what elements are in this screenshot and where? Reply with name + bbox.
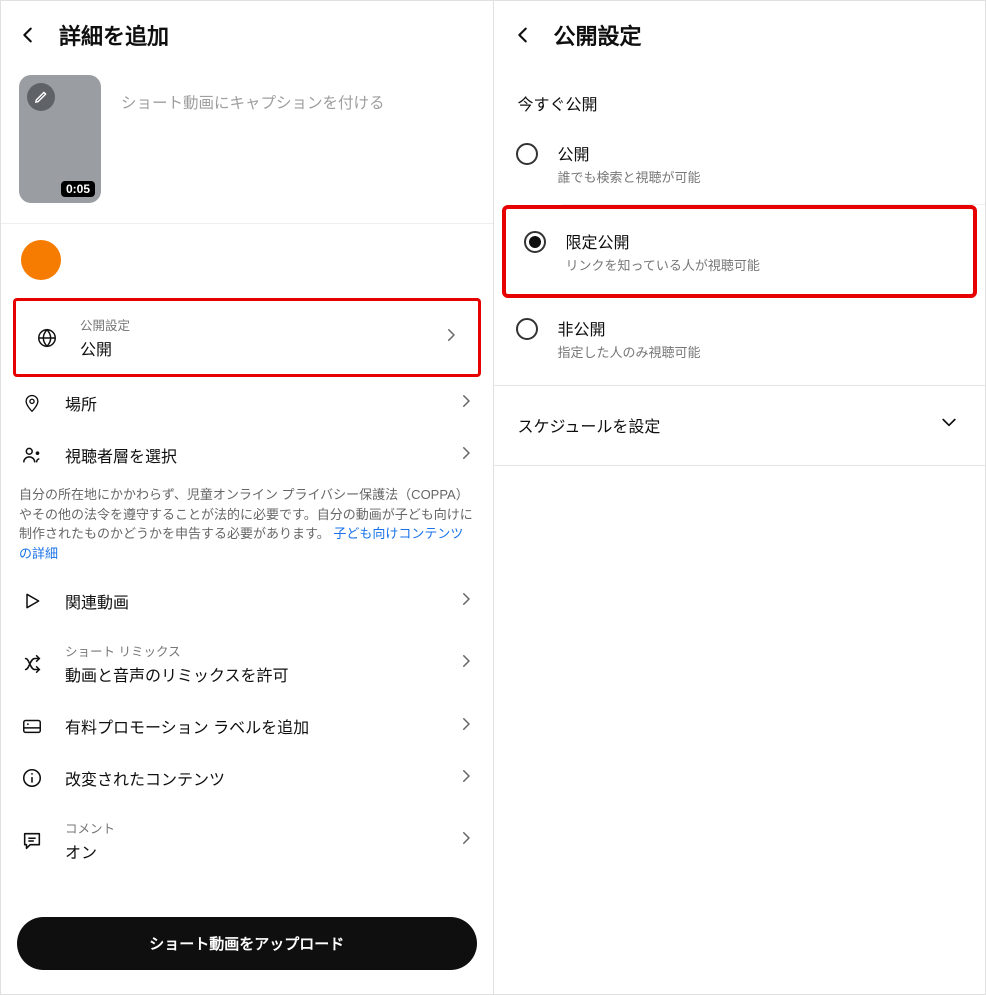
chevron-right-icon [457,392,475,415]
item-comments-label: オン [65,839,435,863]
chevron-right-icon [457,829,475,852]
item-related-label: 関連動画 [65,589,435,613]
option-public-sub: 誰でも検索と視聴が可能 [558,167,964,186]
item-remix-overline: ショート リミックス [65,641,435,660]
item-visibility-overline: 公開設定 [80,315,420,334]
video-thumbnail[interactable]: 0:05 [19,75,101,203]
option-public[interactable]: 公開 誰でも検索と視聴が可能 [494,123,986,204]
caption-row: 0:05 ショート動画にキャプションを付ける [1,65,493,223]
chevron-left-icon [17,24,39,46]
info-icon [21,767,43,789]
option-unlisted-sub: リンクを知っている人が視聴可能 [566,255,952,274]
item-remix[interactable]: ショート リミックス 動画と音声のリミックスを許可 [1,627,493,700]
section-publish-now: 今すぐ公開 [494,65,986,123]
schedule-label: スケジュールを設定 [518,413,661,437]
radio-unchecked-icon [516,318,538,340]
radio-checked-icon [524,231,546,253]
item-visibility-label: 公開 [80,336,420,360]
remix-icon [21,653,43,675]
play-outline-icon [21,591,43,611]
back-button[interactable] [17,24,39,46]
chevron-right-icon [457,767,475,790]
back-button[interactable] [512,24,534,46]
globe-icon [36,327,58,349]
item-paid-label: 有料プロモーション ラベルを追加 [65,714,435,738]
highlight-visibility: 公開設定 公開 [13,298,481,377]
item-audience-label: 視聴者層を選択 [65,443,435,467]
pencil-icon [34,90,48,104]
audience-icon [21,444,43,466]
visibility-title: 公開設定 [554,19,642,51]
visibility-header: 公開設定 [494,1,986,65]
item-comments-overline: コメント [65,818,435,837]
option-private[interactable]: 非公開 指定した人のみ視聴可能 [494,298,986,379]
comment-icon [21,830,43,852]
item-paid-promo[interactable]: 有料プロモーション ラベルを追加 [1,700,493,752]
details-title: 詳細を追加 [59,19,169,51]
chevron-left-icon [512,24,534,46]
option-unlisted[interactable]: 限定公開 リンクを知っている人が視聴可能 [506,211,974,292]
coppa-help: 自分の所在地にかかわらず、児童オンライン プライバシー保護法（COPPA）やその… [1,481,493,575]
chevron-right-icon [457,444,475,467]
location-icon [21,392,43,414]
channel-avatar[interactable] [21,240,61,280]
item-schedule[interactable]: スケジュールを設定 [494,386,986,459]
item-location-label: 場所 [65,391,435,415]
chevron-right-icon [442,326,460,349]
channel-row [1,224,493,298]
upload-button[interactable]: ショート動画をアップロード [17,917,477,970]
option-private-sub: 指定した人のみ視聴可能 [558,342,964,361]
details-pane: 詳細を追加 0:05 ショート動画にキャプションを付ける 公開設定 公開 [1,1,494,994]
details-header: 詳細を追加 [1,1,493,65]
option-private-title: 非公開 [558,316,964,340]
chevron-down-icon [939,412,959,437]
visibility-pane: 公開設定 今すぐ公開 公開 誰でも検索と視聴が可能 限定公開 リンクを知っている… [494,1,986,994]
chevron-right-icon [457,590,475,613]
divider [494,465,986,466]
item-remix-label: 動画と音声のリミックスを許可 [65,662,435,686]
highlight-unlisted: 限定公開 リンクを知っている人が視聴可能 [502,205,978,298]
item-altered-label: 改変されたコンテンツ [65,766,435,790]
chevron-right-icon [457,652,475,675]
item-audience[interactable]: 視聴者層を選択 [1,429,493,481]
option-unlisted-title: 限定公開 [566,229,952,253]
caption-input[interactable]: ショート動画にキャプションを付ける [121,75,385,203]
item-comments[interactable]: コメント オン [1,804,493,877]
option-public-title: 公開 [558,141,964,165]
item-altered-content[interactable]: 改変されたコンテンツ [1,752,493,804]
radio-unchecked-icon [516,143,538,165]
duration-badge: 0:05 [61,181,95,197]
edit-thumbnail-button[interactable] [27,83,55,111]
item-visibility[interactable]: 公開設定 公開 [16,301,478,374]
chevron-right-icon [457,715,475,738]
item-related[interactable]: 関連動画 [1,575,493,627]
item-location[interactable]: 場所 [1,377,493,429]
paid-promo-icon [21,715,43,737]
